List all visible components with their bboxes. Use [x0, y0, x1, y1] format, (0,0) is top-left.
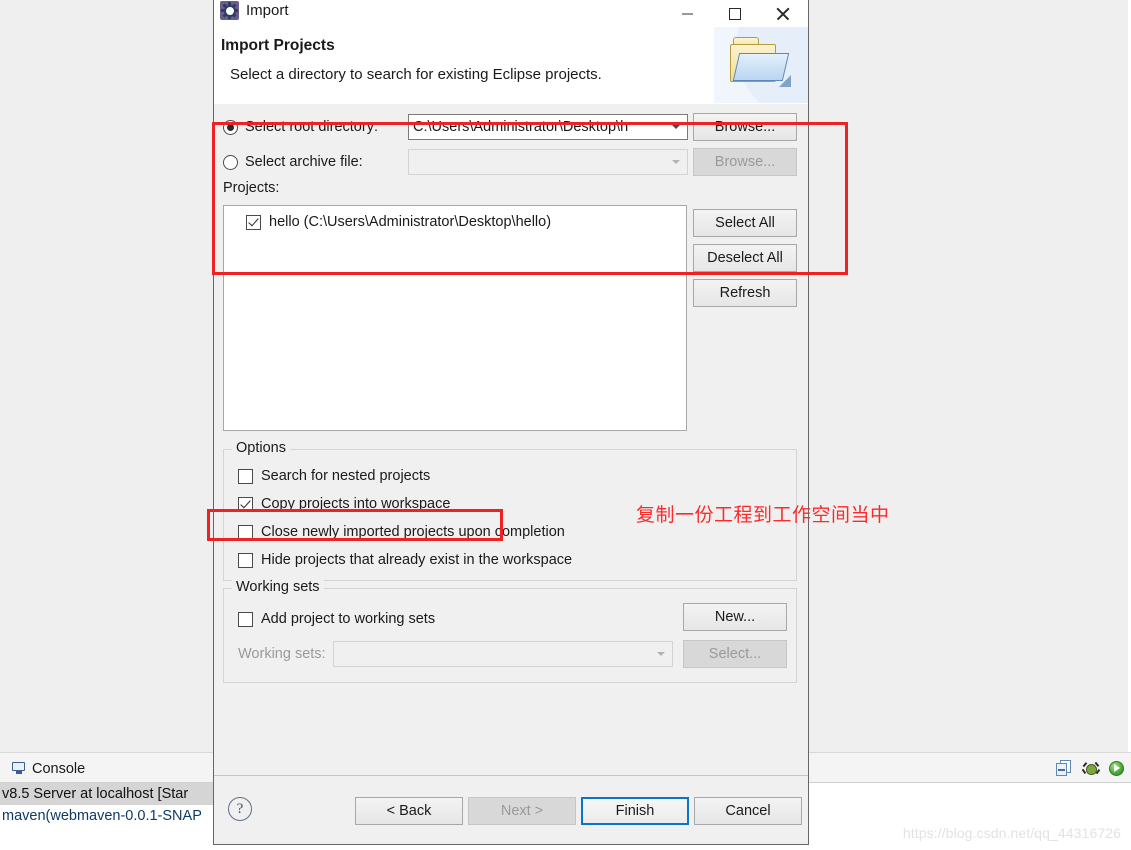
projects-label: Projects: — [223, 180, 280, 196]
folder-icon — [728, 37, 792, 89]
console-tab-label: Console — [32, 760, 86, 777]
next-label: Next > — [500, 803, 544, 819]
checkbox-row-close-imported[interactable]: Close newly imported projects upon compl… — [238, 521, 565, 543]
refresh-button[interactable]: Refresh — [693, 279, 797, 307]
working-sets-combo — [332, 641, 673, 667]
radio-label-root-directory: Select root directory: — [245, 119, 378, 135]
next-button: Next > — [468, 797, 576, 825]
root-directory-combo[interactable]: C:\Users\Administrator\Desktop\h — [408, 114, 688, 140]
annotation-note-text: 复制一份工程到工作空间当中 — [636, 504, 890, 526]
working-sets-group: Working sets Add project to working sets… — [223, 579, 797, 683]
back-label: < Back — [386, 803, 432, 819]
options-group-title: Options — [232, 440, 290, 456]
dialog-button-bar: ? < Back Next > Finish Cancel — [214, 775, 808, 844]
hide-existing-checkbox[interactable] — [238, 552, 253, 568]
tab-console[interactable]: Console — [4, 756, 94, 781]
dialog-title: Import — [246, 2, 289, 19]
deselect-all-button[interactable]: Deselect All — [693, 244, 797, 272]
checkbox-row-copy-projects[interactable]: Copy projects into workspace — [238, 493, 450, 515]
radio-row-root-directory[interactable]: Select root directory: — [223, 114, 378, 140]
dialog-body: Select root directory: C:\Users\Administ… — [214, 104, 808, 776]
working-sets-combo-label: Working sets: — [238, 646, 326, 662]
radio-row-archive-file[interactable]: Select archive file: — [223, 149, 363, 175]
console-line: v8.5 Server at localhost [Star — [0, 783, 215, 805]
checkbox-row-search-nested[interactable]: Search for nested projects — [238, 465, 430, 487]
cancel-label: Cancel — [725, 803, 771, 819]
deselect-all-label: Deselect All — [707, 250, 783, 266]
page-description: Select a directory to search for existin… — [230, 66, 602, 83]
chevron-down-icon — [665, 150, 687, 174]
working-sets-group-title: Working sets — [232, 579, 324, 595]
add-working-sets-label: Add project to working sets — [261, 611, 436, 627]
chevron-down-icon — [650, 642, 672, 666]
archive-file-combo[interactable] — [408, 149, 688, 175]
back-button[interactable]: < Back — [355, 797, 463, 825]
minimize-icon — [681, 13, 693, 15]
finish-button[interactable]: Finish — [581, 797, 689, 825]
minimize-button[interactable] — [664, 1, 710, 27]
project-checkbox[interactable] — [246, 214, 261, 230]
checkbox-row-add-working-sets[interactable]: Add project to working sets — [238, 608, 435, 630]
projects-list[interactable]: hello (C:\Users\Administrator\Desktop\he… — [223, 205, 687, 431]
header-banner-image — [714, 27, 808, 103]
console-toolbar — [1056, 757, 1125, 779]
select-working-set-button: Select... — [683, 640, 787, 668]
list-item[interactable]: hello (C:\Users\Administrator\Desktop\he… — [246, 211, 551, 233]
browse-archive-label: Browse... — [714, 154, 776, 170]
chevron-down-icon[interactable] — [665, 115, 687, 139]
run-icon[interactable] — [1108, 760, 1125, 777]
help-icon[interactable]: ? — [228, 797, 252, 821]
browse-archive-button: Browse... — [693, 148, 797, 176]
maximize-icon — [729, 8, 741, 20]
radio-select-archive-file[interactable] — [223, 154, 238, 170]
watermark: https://blog.csdn.net/qq_44316726 — [902, 825, 1121, 841]
page-title: Import Projects — [221, 37, 335, 54]
refresh-label: Refresh — [719, 285, 771, 301]
search-nested-checkbox[interactable] — [238, 468, 253, 484]
dialog-title-bar: Import — [214, 0, 808, 27]
import-gear-icon — [220, 1, 239, 20]
checkbox-row-hide-existing[interactable]: Hide projects that already exist in the … — [238, 549, 572, 571]
close-imported-label: Close newly imported projects upon compl… — [261, 524, 565, 540]
select-working-set-label: Select... — [708, 646, 762, 662]
cancel-button[interactable]: Cancel — [694, 797, 802, 825]
close-icon — [776, 7, 790, 21]
maximize-button[interactable] — [712, 1, 758, 27]
radio-select-root-directory[interactable] — [223, 119, 238, 135]
console-icon — [12, 762, 26, 775]
working-sets-row: Working sets: — [238, 641, 673, 667]
root-directory-value: C:\Users\Administrator\Desktop\h — [413, 119, 629, 135]
copy-projects-label: Copy projects into workspace — [261, 496, 451, 512]
new-working-set-label: New... — [714, 609, 756, 625]
radio-label-archive-file: Select archive file: — [245, 154, 363, 170]
debug-icon[interactable] — [1081, 760, 1100, 777]
copy-projects-checkbox[interactable] — [238, 496, 253, 512]
help-glyph: ? — [236, 800, 244, 817]
add-working-sets-checkbox[interactable] — [238, 611, 253, 627]
close-button[interactable] — [760, 1, 806, 27]
dialog-header: Import Projects Select a directory to se… — [214, 27, 808, 105]
console-line: maven(webmaven-0.0.1-SNAP — [2, 808, 202, 824]
remove-all-terminated-icon[interactable] — [1056, 759, 1073, 777]
browse-directory-button[interactable]: Browse... — [693, 113, 797, 141]
hide-existing-label: Hide projects that already exist in the … — [261, 552, 573, 568]
close-imported-checkbox[interactable] — [238, 524, 253, 540]
select-all-label: Select All — [715, 215, 775, 231]
import-dialog: Import Import Projects Select a director… — [213, 0, 809, 845]
new-working-set-button[interactable]: New... — [683, 603, 787, 631]
project-label: hello (C:\Users\Administrator\Desktop\he… — [269, 214, 552, 230]
search-nested-label: Search for nested projects — [261, 468, 431, 484]
finish-label: Finish — [615, 803, 655, 819]
browse-directory-label: Browse... — [714, 119, 776, 135]
select-all-button[interactable]: Select All — [693, 209, 797, 237]
